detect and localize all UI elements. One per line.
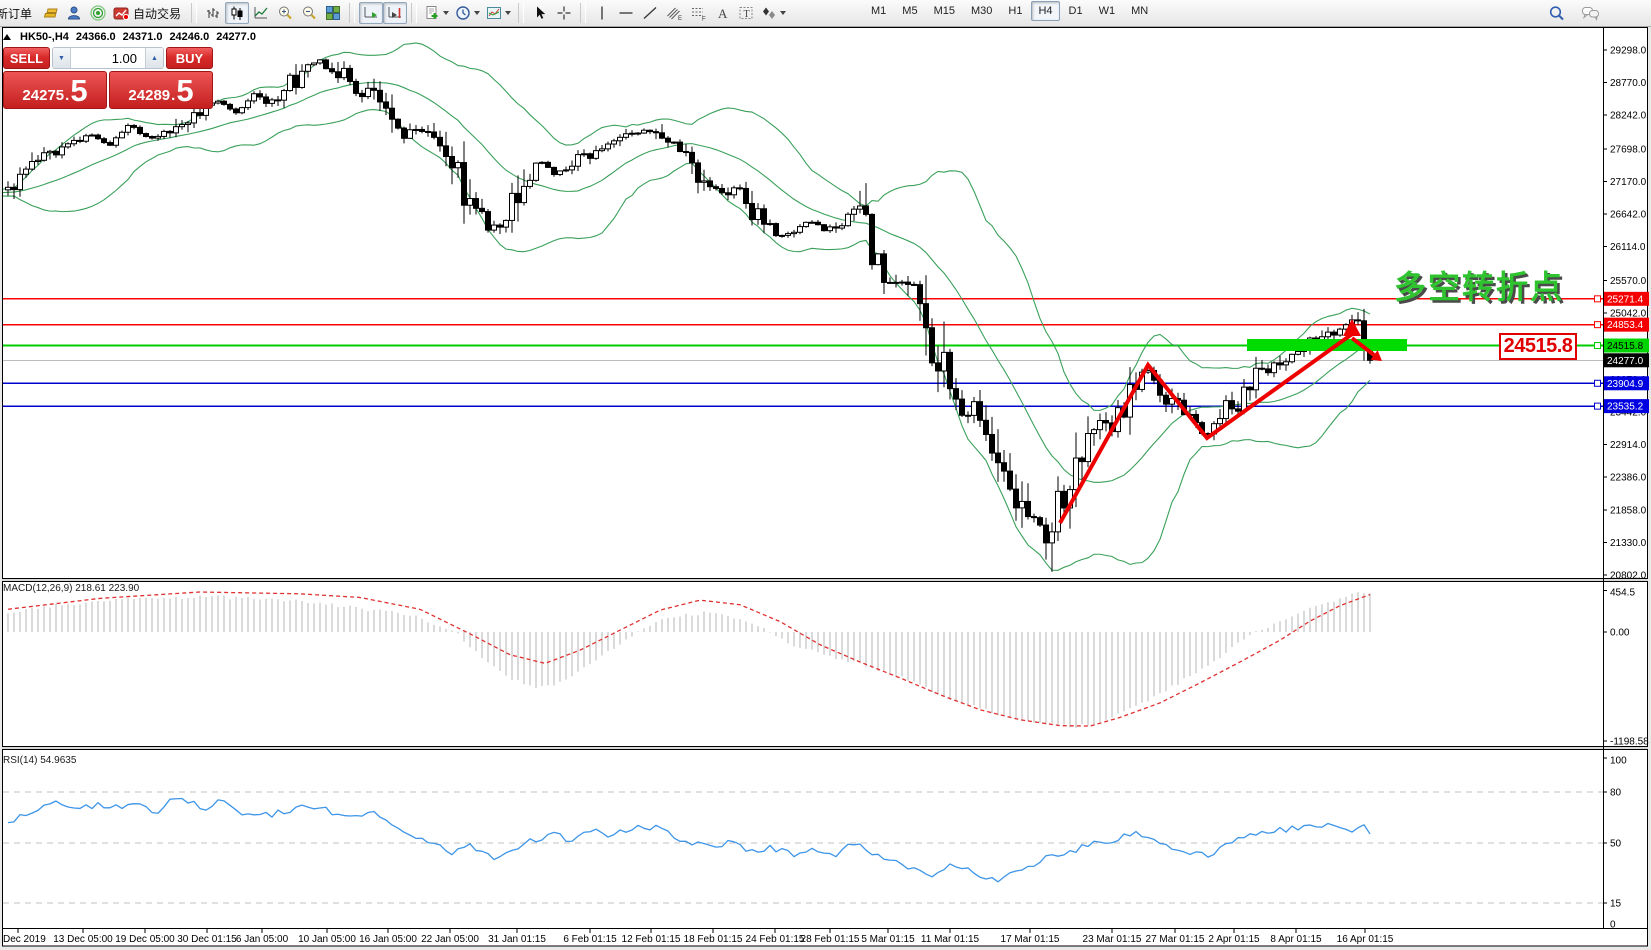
key-level-price-label[interactable]: 24515.8: [1499, 333, 1577, 360]
macd-scale-label: 0.00: [1610, 628, 1630, 639]
collapse-panel-icon[interactable]: [3, 34, 11, 40]
sell-price-main: 24275: [22, 87, 65, 104]
time-tick-label: 16 Jan 05:00: [359, 934, 417, 945]
volume-value[interactable]: 1.00: [71, 51, 145, 66]
price-tick-label: 27170.0: [1610, 177, 1647, 188]
time-tick-label: 28 Feb 01:15: [801, 934, 860, 945]
price-tick-label: 29298.0: [1610, 45, 1647, 56]
buy-price-big-digit: 5: [176, 73, 194, 108]
time-tick-label: 18 Feb 01:15: [684, 934, 743, 945]
price-tick-label: 26114.0: [1610, 242, 1646, 253]
sell-price-dot: .: [65, 87, 70, 104]
macd-scale-label: -1198.58: [1610, 736, 1649, 747]
macd-scale-label: 454.5: [1610, 588, 1635, 599]
time-tick-label: 30 Dec 01:15: [177, 934, 237, 945]
time-tick-label: 5 Mar 01:15: [861, 934, 915, 945]
time-tick-label: 11 Mar 01:15: [921, 934, 980, 945]
time-tick-label: 16 Apr 01:15: [1337, 934, 1394, 945]
macd-indicator-label: MACD(12,26,9) 218.61 223.90: [3, 583, 140, 594]
price-tick-label: 22914.0: [1610, 440, 1647, 451]
buy-price-box[interactable]: 24289. 5: [109, 71, 213, 109]
line-anchor-square[interactable]: [1594, 379, 1601, 387]
price-badge-label: 24853.4: [1607, 320, 1644, 331]
ohlc-close: 24277.0: [216, 31, 256, 43]
price-tick-label: 20802.0: [1610, 571, 1647, 582]
price-badge-label: 25271.4: [1607, 294, 1644, 305]
one-click-trading-panel: SELL ▼ 1.00 ▲ BUY 24275. 5 24289. 5: [3, 47, 213, 109]
symbol-title: HK50-,H4: [20, 31, 69, 43]
bull-bear-turning-point-annotation[interactable]: 多空转折点: [1394, 262, 1564, 308]
time-tick-label: 19 Dec 05:00: [115, 934, 175, 945]
symbol-ohlc-header: HK50-,H4 24366.0 24371.0 24246.0 24277.0: [3, 31, 256, 43]
time-tick-label: 31 Jan 01:15: [488, 934, 546, 945]
time-tick-label: 8 Apr 01:15: [1270, 934, 1322, 945]
rsi-scale-label: 80: [1610, 788, 1622, 799]
price-tick-label: 27698.0: [1610, 144, 1647, 155]
rsi-scale-label: 15: [1610, 899, 1622, 910]
line-anchor-square[interactable]: [1594, 342, 1601, 350]
price-tick-label: 28770.0: [1610, 78, 1647, 89]
line-anchor-square[interactable]: [1594, 295, 1601, 303]
price-badge-label: 24277.0: [1607, 356, 1644, 367]
sell-price-big-digit: 5: [70, 73, 88, 108]
time-tick-label: 13 Dec 05:00: [53, 934, 113, 945]
green-zone-rectangle[interactable]: [1247, 339, 1407, 352]
chart-canvas[interactable]: 29298.0 28770.0 28242.0 27698.0 27170.0 26642…: [0, 0, 1651, 950]
price-tick-label: 21858.0: [1610, 505, 1647, 516]
price-badge-label: 24515.8: [1607, 341, 1644, 352]
line-anchor-square[interactable]: [1594, 321, 1601, 329]
line-anchor-square[interactable]: [1594, 402, 1601, 410]
time-tick-label: 24 Feb 01:15: [746, 934, 805, 945]
price-tick-label: 25570.0: [1610, 276, 1647, 287]
price-tick-label: 22386.0: [1610, 473, 1647, 484]
time-tick-label: 22 Jan 05:00: [421, 934, 479, 945]
time-tick-label: 12 Feb 01:15: [622, 934, 681, 945]
price-badge-label: 23535.2: [1607, 402, 1644, 413]
price-tick-label: 26642.0: [1610, 210, 1647, 221]
sell-button[interactable]: SELL: [3, 47, 50, 69]
price-tick-label: 28242.0: [1610, 111, 1647, 122]
rsi-indicator-label: RSI(14) 54.9635: [3, 755, 77, 766]
time-tick-label: 10 Jan 05:00: [298, 934, 356, 945]
ohlc-high: 24371.0: [122, 31, 163, 43]
buy-price-dot: .: [171, 87, 176, 104]
rsi-scale-label: 50: [1610, 839, 1622, 850]
ohlc-open: 24366.0: [75, 31, 116, 43]
volume-increase-button[interactable]: ▲: [145, 48, 163, 68]
volume-stepper: ▼ 1.00 ▲: [52, 47, 164, 69]
time-tick-label: 17 Mar 01:15: [1001, 934, 1060, 945]
buy-price-main: 24289: [128, 87, 171, 104]
time-tick-label: 2 Apr 01:15: [1208, 934, 1260, 945]
price-tick-label: 21330.0: [1610, 538, 1647, 549]
time-tick-label: Dec 2019: [3, 934, 46, 945]
price-badge-label: 23904.9: [1607, 379, 1644, 390]
time-tick-label: 27 Mar 01:15: [1146, 934, 1205, 945]
time-tick-label: 6 Jan 05:00: [236, 934, 289, 945]
buy-button[interactable]: BUY: [166, 47, 213, 69]
time-tick-label: 6 Feb 01:15: [563, 934, 617, 945]
sell-price-box[interactable]: 24275. 5: [3, 71, 107, 109]
ohlc-low: 24246.0: [169, 31, 210, 43]
time-tick-label: 23 Mar 01:15: [1083, 934, 1142, 945]
rsi-scale-label: 0: [1610, 920, 1616, 931]
rsi-scale-label: 100: [1610, 756, 1627, 767]
volume-decrease-button[interactable]: ▼: [53, 48, 71, 68]
